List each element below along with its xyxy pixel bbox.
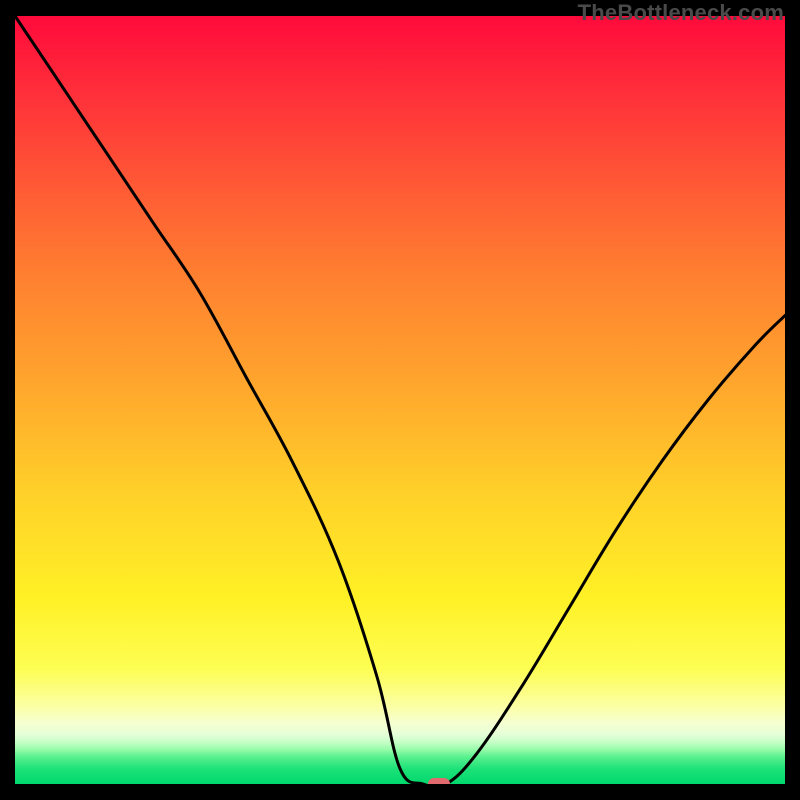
plot-area bbox=[15, 16, 785, 784]
watermark-label: TheBottleneck.com bbox=[578, 0, 784, 26]
chart-stage: TheBottleneck.com bbox=[0, 0, 800, 800]
curve-path bbox=[15, 16, 785, 784]
optimum-marker bbox=[428, 778, 450, 784]
bottleneck-curve bbox=[15, 16, 785, 784]
